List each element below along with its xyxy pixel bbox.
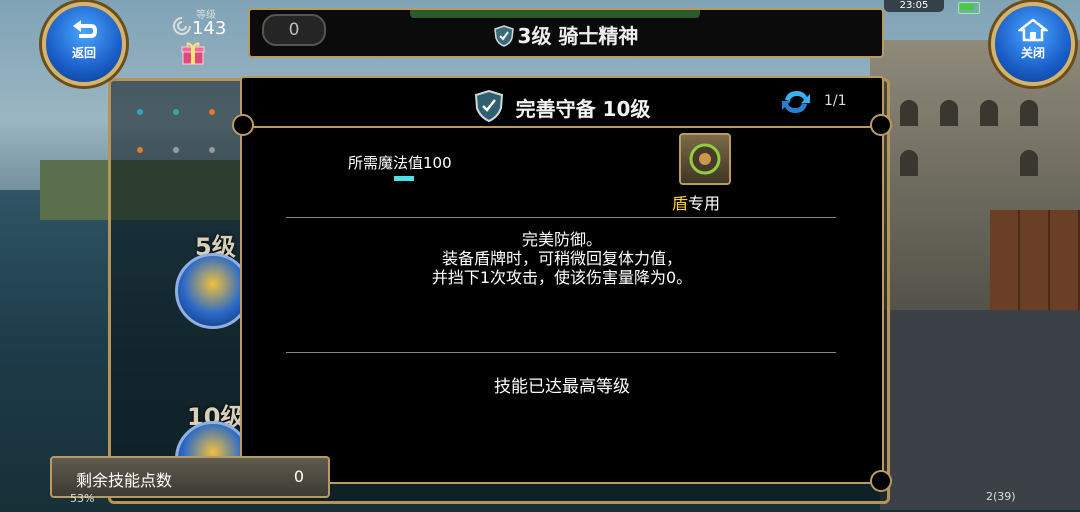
description-line: 并挡下1次攻击，使该伤害量降为0。 — [431, 268, 693, 287]
back-label: 返回 — [71, 46, 96, 60]
mp-requirement: 所需魔法值100 — [348, 154, 452, 172]
weapon-requirement: 盾专用 — [672, 190, 720, 214]
background-dock — [880, 310, 1080, 510]
tree-node — [173, 147, 179, 153]
corner-ornament — [870, 114, 892, 136]
battery-icon — [958, 2, 980, 14]
round-shield-icon — [689, 143, 721, 175]
castle-window — [940, 100, 958, 126]
skill-level-counter: 0 — [262, 14, 326, 46]
skill-detail-popup: 完善守备 10级 1/1 所需魔法值100 盾专用 完美防御。 装备盾牌时，可稍… — [232, 76, 892, 492]
tree-node — [137, 147, 143, 153]
back-button[interactable]: 返回 — [42, 2, 126, 86]
skill-group-title-text: 3级 骑士精神 — [517, 24, 639, 48]
tree-node — [209, 147, 215, 153]
player-level-display: 等级 143 — [168, 6, 240, 40]
level-value: 143 — [192, 18, 227, 39]
popup-header: 完善守备 10级 1/1 — [242, 78, 882, 128]
skill-points-label: 剩余技能点数 — [76, 471, 173, 490]
corner-ornament — [232, 114, 254, 136]
bottom-right-stat: 2(39) — [986, 490, 1016, 503]
description-line: 装备盾牌时，可稍微回复体力值， — [441, 249, 682, 268]
skill-group-title: 3级 骑士精神 — [250, 20, 882, 49]
castle-window — [1020, 150, 1038, 176]
skill-description: 完美防御。 装备盾牌时，可稍微回复体力值， 并挡下1次攻击，使该伤害量降为0。 — [242, 230, 882, 287]
tree-node — [137, 109, 143, 115]
level-swirl-icon — [173, 17, 191, 35]
castle-window — [1020, 100, 1038, 126]
tree-node — [173, 109, 179, 115]
status-clock: 23:05 — [884, 0, 944, 12]
skill-points-value: 0 — [293, 467, 304, 486]
castle-window — [900, 100, 918, 126]
close-label: 关闭 — [1020, 46, 1045, 60]
description-line: 完美防御。 — [521, 230, 602, 249]
home-icon — [1018, 18, 1048, 42]
tree-node — [209, 109, 215, 115]
background-crates — [990, 210, 1080, 320]
skill-name-text: 完善守备 10级 — [515, 97, 651, 121]
title-bar-gauge — [410, 10, 700, 18]
castle-window — [900, 150, 918, 176]
weapon-highlight: 盾 — [672, 194, 689, 213]
divider — [286, 352, 836, 353]
shield-icon — [493, 25, 514, 47]
close-button[interactable]: 关闭 — [991, 2, 1075, 86]
refresh-icon[interactable] — [780, 88, 812, 116]
castle-window — [980, 100, 998, 126]
gift-icon[interactable] — [180, 40, 206, 66]
page-indicator: 1/1 — [824, 93, 847, 109]
shield-weapon-icon — [679, 133, 731, 185]
max-level-notice: 技能已达最高等级 — [494, 377, 630, 397]
divider — [286, 217, 836, 218]
skill-group-title-bar: 3级 骑士精神 — [248, 8, 884, 58]
bottom-left-stat: 53% — [70, 492, 95, 505]
mp-bar — [394, 176, 414, 181]
weapon-suffix: 专用 — [688, 194, 721, 213]
back-arrow-icon — [73, 20, 97, 38]
corner-ornament — [870, 470, 892, 492]
shield-icon — [474, 89, 503, 123]
